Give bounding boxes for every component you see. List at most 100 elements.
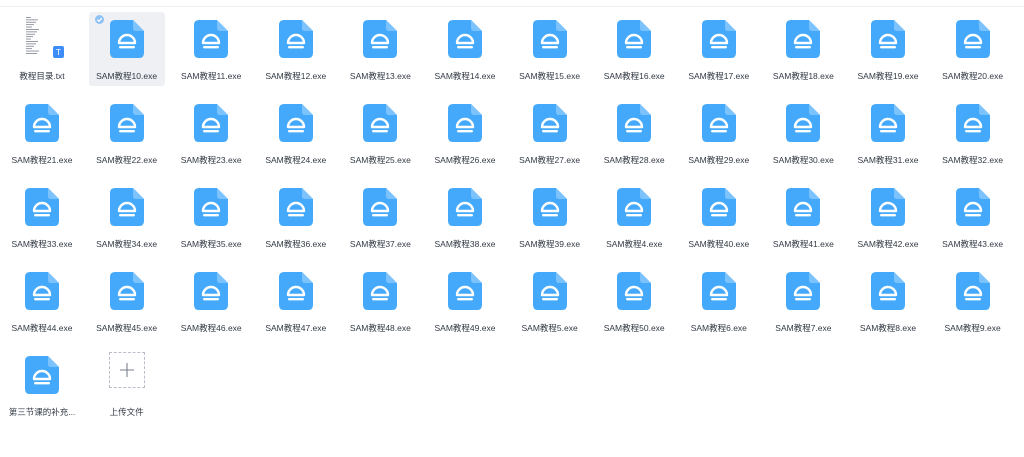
exe-file-icon [871,20,905,58]
file-item[interactable]: SAM教程24.exe [258,96,334,170]
file-item[interactable]: SAM教程42.exe [850,180,926,254]
exe-file-icon [109,104,144,142]
file-item[interactable]: SAM教程31.exe [850,96,926,170]
exe-file-icon [25,272,59,310]
file-item[interactable]: SAM教程49.exe [427,264,503,338]
exe-file-icon [955,188,990,226]
file-icon-wrap [427,188,503,228]
file-icon-wrap [427,104,503,144]
exe-file-icon [955,20,990,58]
file-icon-wrap [512,272,588,312]
file-item[interactable]: SAM教程10.exe [88,12,165,86]
file-item[interactable]: SAM教程44.exe [4,264,80,338]
file-item[interactable]: 第三节课的补充... [4,348,80,422]
txt-file-icon: T [25,16,64,58]
file-item[interactable]: SAM教程30.exe [765,96,841,170]
file-name: SAM教程7.exe [775,323,832,333]
exe-file-icon [363,188,398,226]
file-item[interactable]: SAM教程5.exe [512,264,588,338]
file-icon-wrap [4,188,80,228]
file-icon-wrap [89,20,165,60]
file-item[interactable]: SAM教程33.exe [4,180,80,254]
file-item[interactable]: SAM教程20.exe [935,12,1011,86]
upload-label: 上传文件 [109,407,144,417]
file-item[interactable]: SAM教程46.exe [173,264,249,338]
file-name: SAM教程26.exe [434,155,496,165]
file-name: SAM教程42.exe [857,239,919,249]
file-name: SAM教程15.exe [519,71,581,81]
exe-file-icon [363,20,398,58]
file-name: SAM教程48.exe [349,323,411,333]
file-item[interactable]: SAM教程12.exe [258,12,334,86]
file-item[interactable]: SAM教程32.exe [935,96,1011,170]
file-item[interactable]: SAM教程38.exe [427,180,503,254]
file-name: SAM教程49.exe [434,323,496,333]
file-item[interactable]: SAM教程6.exe [681,264,757,338]
file-icon-wrap [89,272,165,312]
file-name: SAM教程24.exe [265,155,327,165]
file-icon-wrap [4,104,80,144]
file-item[interactable]: SAM教程18.exe [765,12,841,86]
upload-file-button[interactable]: 上传文件 [89,348,165,422]
file-item[interactable]: SAM教程29.exe [681,96,757,170]
file-name: SAM教程32.exe [942,155,1004,165]
file-item[interactable]: SAM教程17.exe [681,12,757,86]
file-item[interactable]: SAM教程35.exe [173,180,249,254]
file-icon-wrap [342,20,418,60]
file-item[interactable]: SAM教程36.exe [258,180,334,254]
exe-file-icon [278,272,313,310]
file-item[interactable]: SAM教程40.exe [681,180,757,254]
file-item[interactable]: SAM教程13.exe [342,12,418,86]
file-item[interactable]: SAM教程34.exe [89,180,165,254]
file-name: SAM教程19.exe [857,71,919,81]
file-name: SAM教程20.exe [942,71,1004,81]
file-icon-wrap [427,272,503,312]
txt-badge-letter: T [56,48,61,57]
file-name: SAM教程36.exe [265,239,327,249]
file-item[interactable]: SAM教程9.exe [935,264,1011,338]
exe-file-icon [109,272,144,310]
file-icon-wrap [935,272,1011,312]
exe-file-icon [448,20,482,58]
file-icon-wrap [765,188,841,228]
file-item[interactable]: SAM教程8.exe [850,264,926,338]
file-item[interactable]: SAM教程41.exe [765,180,841,254]
file-item[interactable]: SAM教程14.exe [427,12,503,86]
file-item[interactable]: SAM教程16.exe [596,12,672,86]
file-item[interactable]: SAM教程43.exe [935,180,1011,254]
file-item[interactable]: SAM教程48.exe [342,264,418,338]
file-item[interactable]: SAM教程23.exe [173,96,249,170]
file-item[interactable]: SAM教程15.exe [512,12,588,86]
file-item[interactable]: SAM教程26.exe [427,96,503,170]
file-item[interactable]: SAM教程39.exe [512,180,588,254]
file-icon-wrap [935,188,1011,228]
check-circle-icon[interactable] [94,15,104,24]
file-item[interactable]: T 教程目录.txt [4,12,80,86]
file-name: SAM教程16.exe [603,71,665,81]
file-icon-wrap [4,356,80,396]
file-item[interactable]: SAM教程19.exe [850,12,926,86]
file-name: SAM教程43.exe [942,239,1004,249]
file-item[interactable]: SAM教程21.exe [4,96,80,170]
exe-file-icon [617,20,652,58]
file-icon-wrap [89,104,165,144]
file-item[interactable]: SAM教程25.exe [342,96,418,170]
file-icon-wrap [258,20,334,60]
exe-file-icon [194,188,229,226]
file-item[interactable]: SAM教程22.exe [89,96,165,170]
exe-file-icon [194,272,229,310]
file-name: SAM教程41.exe [772,239,834,249]
file-item[interactable]: SAM教程11.exe [173,12,249,86]
file-name: SAM教程4.exe [606,239,663,249]
file-item[interactable]: SAM教程28.exe [596,96,672,170]
file-item[interactable]: SAM教程47.exe [258,264,334,338]
file-item[interactable]: SAM教程45.exe [89,264,165,338]
file-name: SAM教程23.exe [180,155,242,165]
upload-dropzone[interactable] [108,352,145,388]
file-item[interactable]: SAM教程50.exe [596,264,672,338]
file-item[interactable]: SAM教程27.exe [512,96,588,170]
file-item[interactable]: SAM教程4.exe [596,180,672,254]
exe-file-icon [786,104,821,142]
file-item[interactable]: SAM教程37.exe [342,180,418,254]
file-item[interactable]: SAM教程7.exe [765,264,841,338]
